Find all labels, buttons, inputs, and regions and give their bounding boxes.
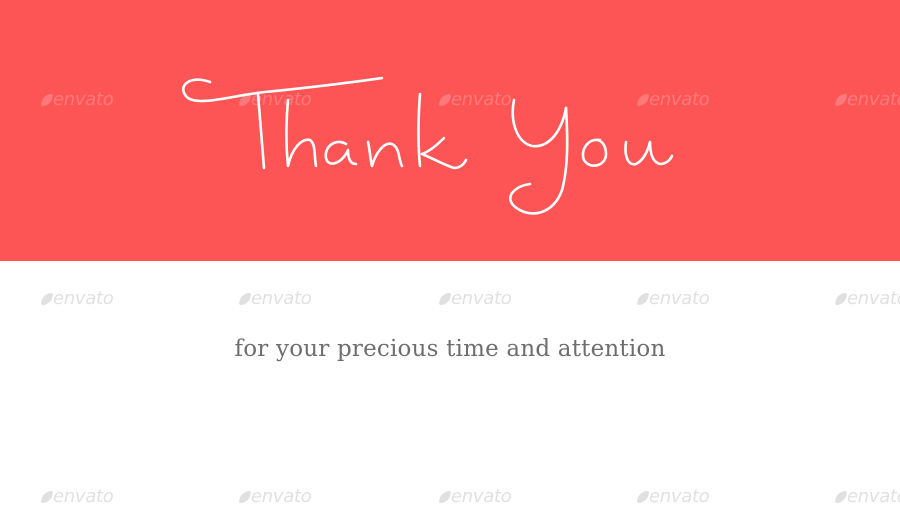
subtitle: for your precious time and attention [234, 336, 666, 362]
handwritten-thank-you-icon [181, 76, 674, 215]
thank-you-slide: Thank You [0, 0, 900, 506]
body-band [0, 261, 900, 506]
headline-script: Thank You [170, 60, 680, 230]
